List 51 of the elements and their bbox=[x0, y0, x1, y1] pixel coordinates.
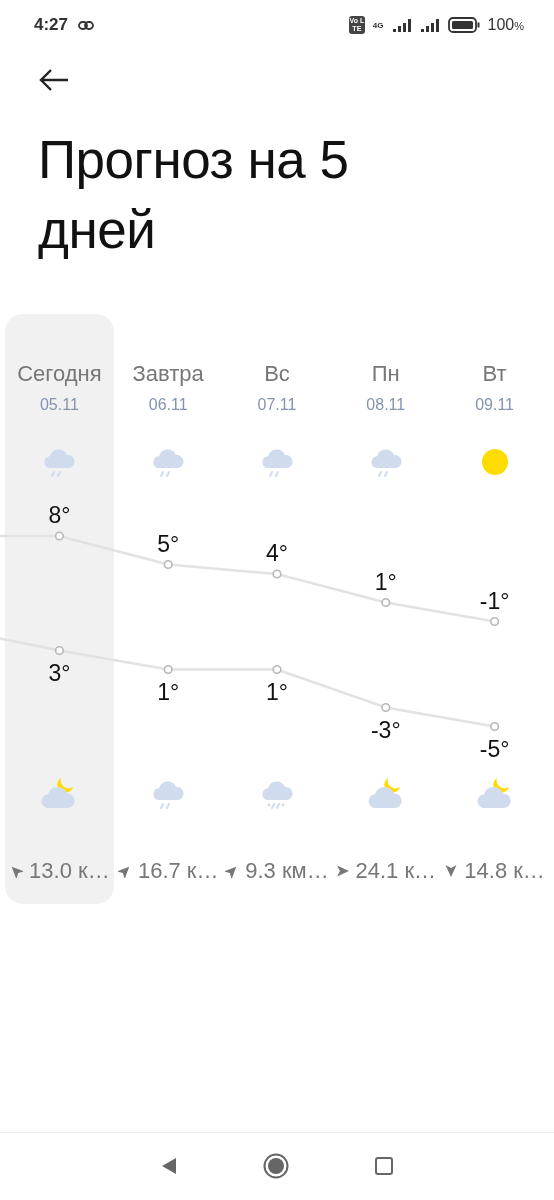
back-nav-button[interactable] bbox=[161, 1157, 177, 1175]
day-date: 06.11 bbox=[148, 395, 188, 415]
low-temperature: -5° bbox=[479, 735, 510, 762]
page-title: Прогноз на 5 дней bbox=[38, 129, 350, 261]
signal-icon bbox=[391, 18, 412, 32]
day-column[interactable]: Пн 08.11 1° -3° 24.1 к… bbox=[331, 314, 441, 904]
wind-speed: 16.7 к… bbox=[137, 857, 219, 885]
day-column[interactable]: Вс 07.11 4° 1° 9.3 км… bbox=[222, 314, 332, 904]
day-name: Завтра bbox=[132, 360, 204, 388]
battery-percent: 100% bbox=[487, 16, 524, 34]
high-temperature: 4° bbox=[266, 540, 288, 566]
home-button[interactable] bbox=[263, 1153, 289, 1179]
day-name: Пн bbox=[371, 360, 400, 388]
temperature-point bbox=[272, 569, 282, 579]
wind-speed: 14.8 к… bbox=[464, 857, 545, 885]
link-icon bbox=[78, 20, 95, 30]
day-date: 07.11 bbox=[257, 395, 297, 415]
day-column[interactable]: Сегодня 05.11 8° 3° 13.0 к… bbox=[5, 314, 114, 904]
temperature-point bbox=[381, 702, 391, 713]
temperature-point bbox=[381, 597, 391, 608]
temperature-point bbox=[54, 645, 64, 656]
recent-apps-button[interactable] bbox=[375, 1157, 393, 1175]
day-name: Вт bbox=[482, 360, 507, 388]
low-temperature: 1° bbox=[157, 678, 180, 705]
high-temperature: 1° bbox=[374, 568, 397, 595]
day-column[interactable]: Вт 09.11 -1° -5° 14.8 к… bbox=[440, 314, 549, 904]
wind-speed: 13.0 к… bbox=[29, 857, 110, 885]
temperature-point bbox=[54, 531, 64, 541]
signal-icon bbox=[419, 18, 440, 32]
battery-icon bbox=[447, 17, 480, 33]
low-temperature: -3° bbox=[370, 716, 401, 743]
day-date: 08.11 bbox=[366, 395, 406, 415]
high-temperature: 5° bbox=[157, 530, 180, 557]
network-type: 4G bbox=[372, 20, 384, 30]
day-column[interactable]: Завтра 06.11 5° 1° 16.7 к… bbox=[113, 314, 223, 904]
temperature-point bbox=[490, 721, 500, 732]
high-temperature: 8° bbox=[48, 502, 71, 528]
temperature-point bbox=[272, 664, 282, 675]
day-date: 05.11 bbox=[39, 395, 79, 415]
temperature-point bbox=[163, 559, 173, 570]
low-temperature: 1° bbox=[266, 678, 288, 705]
temperature-point bbox=[163, 664, 173, 675]
low-temperature: 3° bbox=[48, 659, 71, 686]
day-name: Вс bbox=[264, 360, 290, 388]
temperature-point bbox=[490, 616, 500, 627]
day-date: 09.11 bbox=[475, 395, 514, 415]
wind-speed: 24.1 к… bbox=[355, 857, 437, 885]
wind-speed: 9.3 км… bbox=[245, 857, 329, 885]
high-temperature: -1° bbox=[479, 587, 510, 614]
clock-time: 4:27 bbox=[34, 15, 69, 35]
day-name: Сегодня bbox=[17, 360, 102, 388]
